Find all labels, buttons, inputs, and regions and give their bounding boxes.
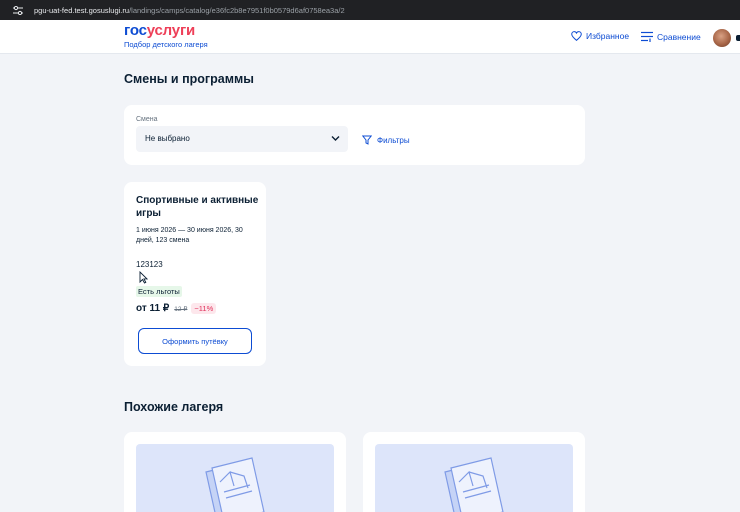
avatar[interactable]	[713, 29, 731, 47]
filter-panel: Смена Не выбрано Фильтры	[124, 105, 585, 165]
filters-label: Фильтры	[377, 135, 410, 145]
old-price: 12 ₽	[174, 305, 188, 313]
logo-part1: гос	[124, 22, 147, 39]
shift-dates: 1 июня 2026 — 30 июня 2026, 30 дней, 123…	[136, 227, 243, 244]
shifts-section-title: Смены и программы	[124, 72, 254, 86]
menu-edge[interactable]	[736, 35, 740, 41]
camp-placeholder-icon	[205, 457, 265, 512]
cursor-icon	[139, 271, 148, 284]
site-header: госуслуги Подбор детского лагеря Избранн…	[0, 20, 740, 54]
chevron-down-icon	[331, 136, 340, 141]
camp-image-placeholder	[136, 444, 334, 512]
benefit-badge: Есть льготы	[136, 286, 182, 297]
url-path: /landings/camps/catalog/e36fc2b8e7951f0b…	[129, 5, 345, 15]
logo-subtitle: Подбор детского лагеря	[124, 40, 208, 49]
shift-title: Спортивные и активные игры	[136, 195, 259, 219]
shift-select[interactable]: Не выбрано	[136, 126, 348, 152]
compare-label: Сравнение	[657, 31, 701, 42]
price-row: от 11 ₽ 12 ₽ −11%	[136, 303, 217, 314]
sliders-icon[interactable]	[12, 4, 24, 16]
favorites-link[interactable]: Избранное	[571, 31, 629, 41]
url-host: pgu-uat-fed.test.gosuslugi.ru	[34, 5, 130, 15]
camp-card[interactable]	[124, 432, 346, 512]
gosuslugi-logo[interactable]: госуслуги	[124, 22, 195, 40]
url-text[interactable]: pgu-uat-fed.test.gosuslugi.ru/landings/c…	[34, 6, 345, 15]
browser-address-bar[interactable]: pgu-uat-fed.test.gosuslugi.ru/landings/c…	[0, 0, 740, 20]
heart-icon	[571, 31, 582, 41]
similar-camps-title: Похожие лагеря	[124, 400, 224, 414]
filters-button[interactable]: Фильтры	[362, 135, 410, 145]
book-voucher-button[interactable]: Оформить путёвку	[138, 328, 252, 354]
camp-placeholder-icon	[444, 457, 504, 512]
shift-code: 123123	[136, 260, 163, 269]
shift-select-label: Смена	[136, 116, 158, 123]
logo-part2: услуги	[146, 22, 196, 39]
price: от 11 ₽	[136, 303, 170, 314]
favorites-label: Избранное	[586, 31, 630, 41]
camp-card[interactable]	[363, 432, 585, 512]
shift-select-value: Не выбрано	[145, 134, 190, 143]
camp-image-placeholder	[375, 444, 573, 512]
discount-badge: −11%	[191, 303, 217, 314]
filter-icon	[362, 135, 372, 145]
compare-link[interactable]: Сравнение	[641, 31, 701, 42]
compare-icon	[641, 31, 653, 42]
